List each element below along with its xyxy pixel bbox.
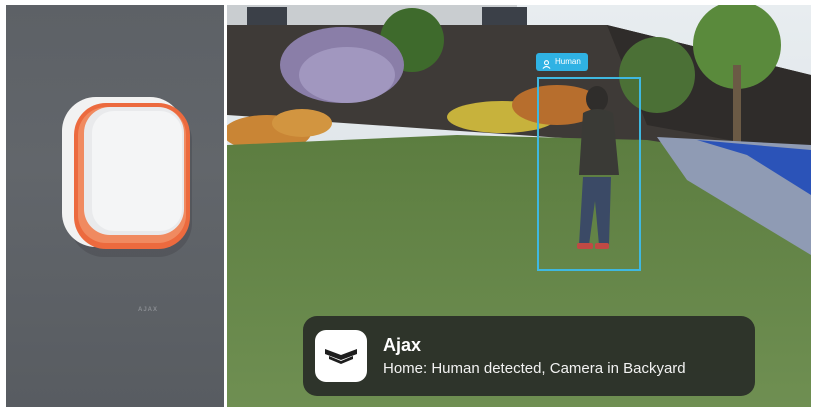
detection-tag: Human bbox=[536, 53, 588, 71]
notification-title: Ajax bbox=[383, 334, 422, 355]
siren-illustration bbox=[62, 97, 192, 257]
wireless-siren-device: AJAX bbox=[58, 93, 198, 313]
siren-photo-panel: AJAX bbox=[6, 5, 224, 407]
notification-message: Home: Human detected, Camera in Backyard bbox=[383, 359, 686, 377]
push-notification[interactable]: Ajax Home: Human detected, Camera in Bac… bbox=[303, 316, 755, 396]
human-detection-box bbox=[537, 77, 641, 271]
ajax-logo-icon bbox=[315, 330, 367, 382]
camera-feed-panel: Human Ajax Home: Human detected, Camera … bbox=[227, 5, 811, 407]
detection-label: Human bbox=[555, 57, 581, 66]
notification-text: Ajax Home: Human detected, Camera in Bac… bbox=[383, 334, 686, 379]
person-icon bbox=[542, 58, 551, 69]
device-brand-label: AJAX bbox=[137, 307, 158, 313]
